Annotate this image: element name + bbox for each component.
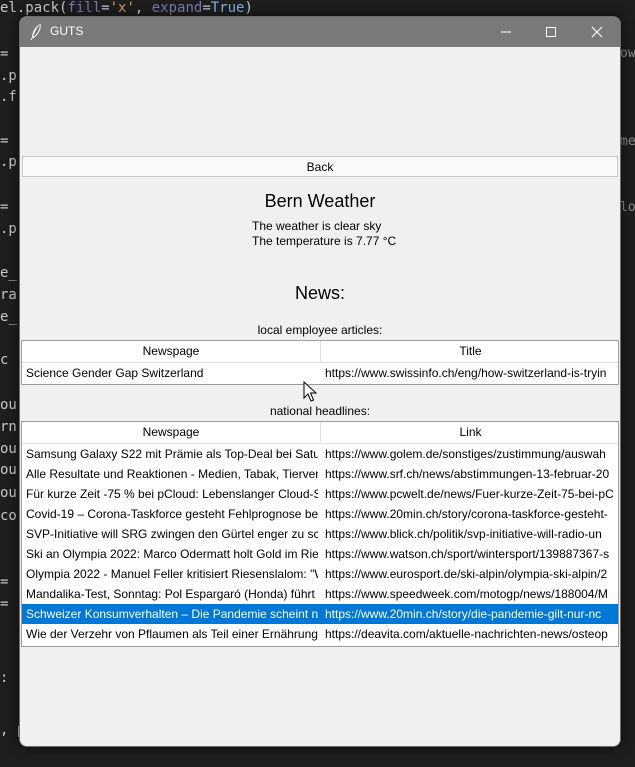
local-articles-label: local employee articles:	[257, 323, 383, 337]
table-row[interactable]: Mandalika-Test, Sonntag: Pol Espargaró (…	[22, 584, 618, 604]
code-fragment: lo	[620, 200, 635, 215]
national-headlines-table[interactable]: Newspage Link Samsung Galaxy S22 mit Prä…	[21, 421, 619, 647]
minimize-icon	[501, 31, 511, 33]
table-row[interactable]: Ski an Olympia 2022: Marco Odermatt holt…	[22, 544, 618, 564]
code-fragment: ou	[0, 462, 17, 478]
weather-temperature: The temperature is 7.77 °C	[252, 234, 397, 248]
maximize-icon	[546, 27, 556, 37]
minimize-button[interactable]	[483, 17, 529, 47]
link-cell: https://www.20min.ch/story/die-pandemie-…	[325, 607, 602, 621]
maximize-button[interactable]	[528, 17, 574, 47]
table-header: Newspage Title	[22, 341, 618, 363]
code-token: 'x'	[109, 0, 135, 16]
column-header-title[interactable]: Title	[321, 341, 618, 362]
table-row[interactable]: Für kurze Zeit -75 % bei pCloud: Lebensl…	[22, 484, 618, 504]
newspage-cell: Samsung Galaxy S22 mit Prämie als Top-De…	[26, 447, 318, 461]
code-fragment: .p	[0, 221, 17, 237]
newspage-cell: Olympia 2022 - Manuel Feller kritisiert …	[26, 567, 318, 581]
guts-window: GUTS Back Bern Weather The weather is cl…	[19, 16, 621, 747]
code-fragment: :	[0, 670, 9, 686]
newspage-cell: Covid-19 – Corona-Taskforce gesteht Fehl…	[26, 507, 318, 521]
column-header-newspage[interactable]: Newspage	[22, 341, 321, 362]
weather-details: The weather is clear sky The temperature…	[252, 219, 396, 249]
code-fragment: co	[0, 508, 17, 524]
close-button[interactable]	[574, 17, 620, 47]
window-content: Back Bern Weather The weather is clear s…	[20, 47, 620, 746]
link-cell: https://www.pcwelt.de/news/Fuer-kurze-Ze…	[325, 487, 614, 501]
table-row[interactable]: Olympia 2022 - Manuel Feller kritisiert …	[22, 564, 618, 584]
title-bar[interactable]: GUTS	[20, 17, 620, 47]
link-cell: https://www.blick.ch/politik/svp-initiat…	[325, 527, 602, 541]
code-fragment: me	[620, 134, 635, 149]
link-cell: https://deavita.com/aktuelle-nachrichten…	[325, 627, 608, 641]
code-fragment: c	[0, 352, 9, 368]
national-headlines-label: national headlines:	[269, 404, 371, 418]
code-token: expand	[151, 0, 203, 16]
link-cell: https://www.20min.ch/story/corona-taskfo…	[325, 507, 608, 521]
link-cell: https://www.srf.ch/news/abstimmungen-13-…	[325, 467, 610, 481]
code-token: )	[244, 0, 253, 16]
newspage-cell: Alle Resultate und Reaktionen - Medien, …	[26, 467, 318, 481]
code-token: =	[202, 0, 211, 16]
mouse-cursor-icon	[303, 381, 317, 402]
table-row[interactable]: Samsung Galaxy S22 mit Prämie als Top-De…	[22, 444, 618, 464]
newspage-cell: Mandalika-Test, Sonntag: Pol Espargaró (…	[26, 587, 318, 601]
code-token: el.pack(	[0, 0, 68, 16]
code-line-top: el.pack(fill='x', expand=True)	[0, 0, 253, 16]
code-fragment: =	[0, 574, 9, 590]
code-fragment: e_	[0, 265, 17, 281]
column-header-newspage[interactable]: Newspage	[22, 422, 321, 443]
code-fragment: .p	[0, 154, 17, 170]
link-cell: https://www.swissinfo.ch/eng/how-switzer…	[325, 366, 607, 380]
table-row[interactable]: Schweizer Konsumverhalten – Die Pandemie…	[22, 604, 618, 624]
newspage-cell: SVP-Initiative will SRG zwingen den Gürt…	[26, 527, 318, 541]
code-token: True	[210, 0, 245, 16]
code-fragment: ow	[620, 46, 635, 61]
feather-icon	[30, 23, 41, 41]
table-row[interactable]: Covid-19 – Corona-Taskforce gesteht Fehl…	[22, 504, 618, 524]
table-header: Newspage Link	[22, 422, 618, 444]
code-fragment: =	[0, 133, 17, 149]
weather-condition: The weather is clear sky	[252, 219, 382, 233]
table-row[interactable]: SVP-Initiative will SRG zwingen den Gürt…	[22, 524, 618, 544]
window-title: GUTS	[50, 24, 84, 38]
code-fragment: =	[0, 596, 9, 612]
code-fragment: ou	[0, 397, 17, 413]
code-fragment: ou	[0, 441, 17, 457]
back-button[interactable]: Back	[22, 156, 618, 177]
link-cell: https://www.speedweek.com/motogp/news/18…	[325, 587, 608, 601]
close-icon	[591, 26, 603, 38]
code-token: fill	[67, 0, 102, 16]
code-fragment: =	[0, 46, 17, 62]
code-fragment: rn	[0, 419, 17, 435]
link-cell: https://www.eurosport.de/ski-alpin/olymp…	[325, 567, 608, 581]
code-fragment: .p	[0, 68, 17, 84]
code-token: =	[101, 0, 110, 16]
code-fragment: =	[0, 199, 17, 215]
link-cell: https://www.golem.de/sonstiges/zustimmun…	[325, 447, 606, 461]
newspage-cell: Für kurze Zeit -75 % bei pCloud: Lebensl…	[26, 487, 318, 501]
code-fragment: .f	[0, 89, 17, 105]
weather-city-title: Bern Weather	[264, 191, 376, 211]
code-fragment: ou	[0, 485, 17, 501]
newspage-cell: Schweizer Konsumverhalten – Die Pandemie…	[26, 607, 318, 621]
local-articles-table[interactable]: Newspage Title Science Gender Gap Switze…	[21, 340, 619, 385]
code-fragment: ra	[0, 287, 17, 303]
table-row[interactable]: Alle Resultate und Reaktionen - Medien, …	[22, 464, 618, 484]
column-header-link[interactable]: Link	[321, 422, 618, 443]
code-token: ,	[134, 0, 152, 16]
newspage-cell: Ski an Olympia 2022: Marco Odermatt holt…	[26, 547, 318, 561]
table-row[interactable]: Wie der Verzehr von Pflaumen als Teil ei…	[22, 624, 618, 644]
newspage-cell: Wie der Verzehr von Pflaumen als Teil ei…	[26, 627, 318, 641]
code-fragment: e_	[0, 309, 17, 325]
table-row[interactable]: Science Gender Gap Switzerland https://ww…	[22, 363, 618, 383]
news-heading: News:	[294, 283, 345, 303]
link-cell: https://www.watson.ch/sport/wintersport/…	[325, 547, 610, 561]
newspage-cell: Science Gender Gap Switzerland	[26, 366, 204, 380]
